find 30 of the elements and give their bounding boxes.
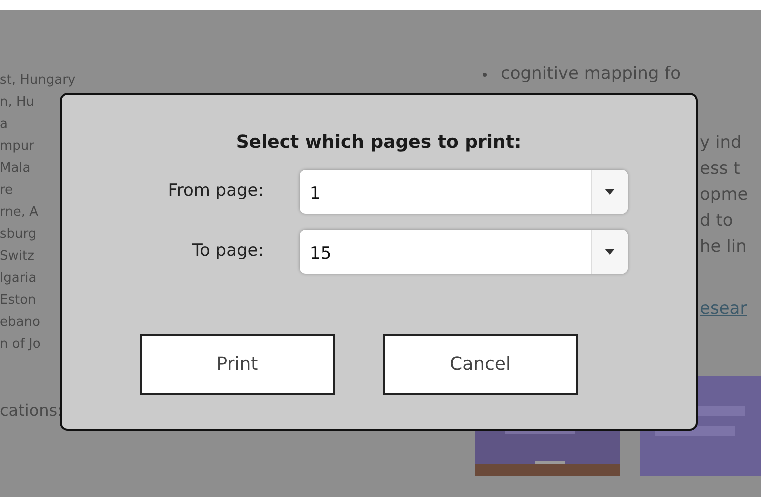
page-text: re <box>0 182 14 200</box>
field-label: From page: <box>167 180 265 204</box>
page-text: n, Hu <box>0 94 35 112</box>
page-text: a <box>0 116 8 134</box>
page-text: Mala <box>0 160 31 178</box>
page-select[interactable]: 1 <box>300 170 628 214</box>
field-label: To page: <box>192 240 265 264</box>
print-button[interactable]: Print <box>140 334 335 395</box>
page-text: ess t <box>700 158 742 180</box>
page-text: cations: <box>0 400 63 422</box>
dropdown-arrow-icon <box>605 249 615 255</box>
dropdown-arrow-icon <box>605 189 615 195</box>
page-text: he lin <box>700 236 748 258</box>
page-text: lgaria <box>0 270 37 288</box>
page-text: cognitive mapping fo <box>501 63 681 86</box>
page-text: ebano <box>0 314 40 332</box>
page-text: st, Hungary <box>0 72 76 90</box>
page-text: y ind <box>700 132 743 154</box>
page-text: Eston <box>0 292 36 310</box>
page-text: sburg <box>0 226 37 244</box>
cancel-button[interactable]: Cancel <box>383 334 578 395</box>
page-text: d to <box>700 210 734 232</box>
page-text: opme <box>700 184 750 206</box>
page-text: Switz <box>0 248 34 266</box>
dialog-title: Select which pages to print: <box>236 131 522 155</box>
bullet-icon <box>483 72 487 77</box>
page-text: mpur <box>0 138 34 156</box>
page-select[interactable]: 15 <box>300 230 628 274</box>
page-text: n of Jo <box>0 336 41 354</box>
page-text: rne, A <box>0 204 39 222</box>
